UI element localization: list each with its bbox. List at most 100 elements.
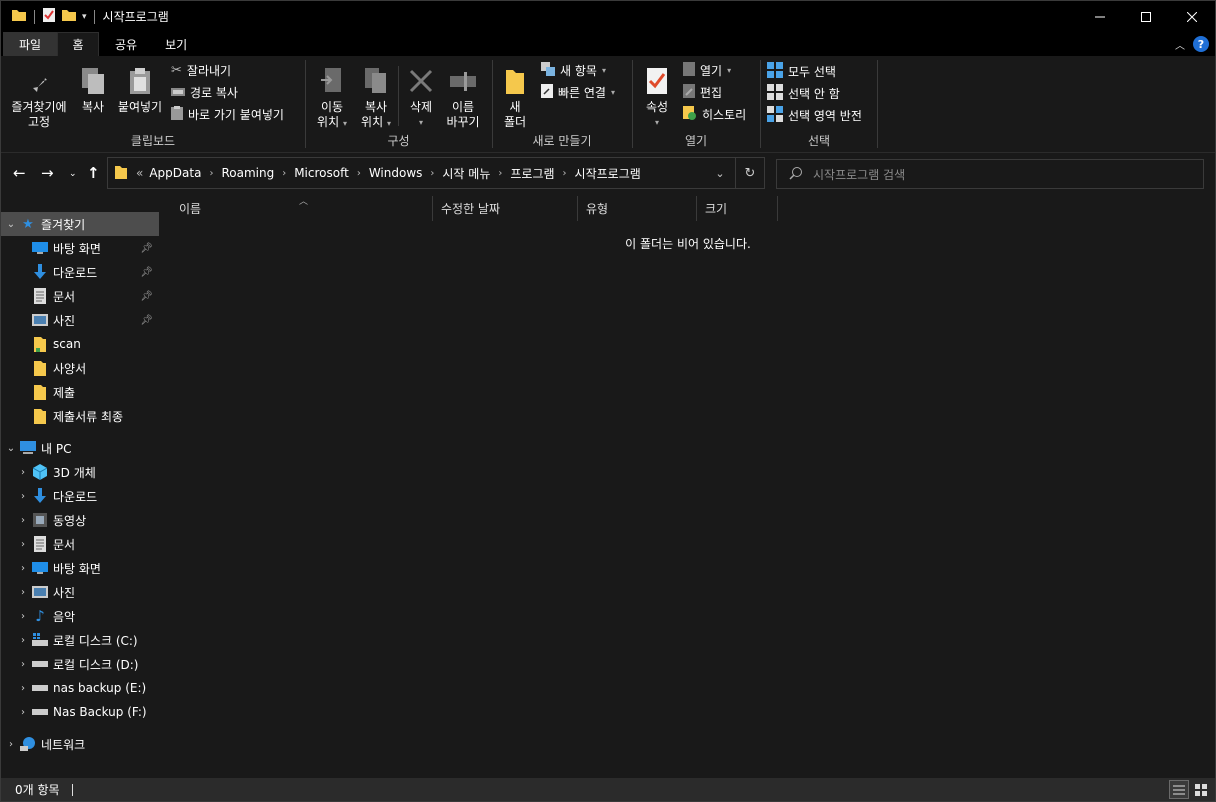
chevron-right-icon[interactable]: › <box>498 168 502 179</box>
paste-button[interactable]: 붙여넣기 <box>115 64 165 115</box>
nav-item-desktop[interactable]: 바탕 화면 📌︎ <box>1 236 159 260</box>
column-name[interactable]: 이름 <box>171 196 433 221</box>
chevron-right-icon[interactable]: › <box>15 491 31 502</box>
nav-item-videos[interactable]: › 동영상 <box>1 508 159 532</box>
nav-item-submission[interactable]: 제출 <box>1 380 159 404</box>
search-box[interactable]: 시작프로그램 검색 <box>776 159 1204 189</box>
chevron-right-icon[interactable]: › <box>15 563 31 574</box>
nav-item-drive-e[interactable]: › nas backup (E:) <box>1 676 159 700</box>
nav-item-scan[interactable]: scan <box>1 332 159 356</box>
new-folder-icon[interactable] <box>61 8 77 25</box>
chevron-right-icon[interactable]: › <box>563 168 567 179</box>
breadcrumb-start-menu[interactable]: 시작 메뉴 <box>442 165 490 182</box>
rename-button[interactable]: 이름 바꾸기 <box>442 64 484 130</box>
chevron-right-icon[interactable]: › <box>15 683 31 694</box>
invert-selection-button[interactable]: 선택 영역 반전 <box>767 106 862 125</box>
details-view-icon[interactable] <box>1169 780 1189 799</box>
pin-icon[interactable]: 📌︎ <box>140 315 153 326</box>
nav-item-pc-downloads[interactable]: › 다운로드 <box>1 484 159 508</box>
close-button[interactable] <box>1169 1 1215 32</box>
chevron-right-icon[interactable]: › <box>15 587 31 598</box>
copy-button[interactable]: 복사 <box>75 64 111 115</box>
pin-icon[interactable]: 📌︎ <box>140 243 153 254</box>
chevron-right-icon[interactable]: › <box>15 467 31 478</box>
copy-to-button[interactable]: 복사 위치 ▾ <box>356 64 396 131</box>
copy-path-button[interactable]: 경로 복사 <box>171 84 238 101</box>
breadcrumb-appdata[interactable]: AppData <box>149 166 201 180</box>
customize-qat-icon[interactable]: ▾ <box>82 12 87 22</box>
minimize-button[interactable] <box>1077 1 1123 32</box>
move-to-button[interactable]: 이동 위치 ▾ <box>312 64 352 131</box>
nav-item-pc-desktop[interactable]: › 바탕 화면 <box>1 556 159 580</box>
nav-item-drive-c[interactable]: › 로컬 디스크 (C:) <box>1 628 159 652</box>
nav-item-pc-documents[interactable]: › 문서 <box>1 532 159 556</box>
chevron-right-icon[interactable]: › <box>430 168 434 179</box>
breadcrumb-windows[interactable]: Windows <box>369 166 423 180</box>
history-button[interactable]: 히스토리 <box>683 106 746 123</box>
nav-item-final-docs[interactable]: 제출서류 최종 <box>1 404 159 428</box>
breadcrumb-startup[interactable]: 시작프로그램 <box>575 165 641 182</box>
address-bar[interactable]: « AppData › Roaming › Microsoft › Window… <box>107 157 765 189</box>
chevron-down-icon[interactable]: ⌄ <box>705 167 735 180</box>
edit-button[interactable]: 편집 <box>683 84 722 101</box>
nav-this-pc[interactable]: ⌄ 내 PC <box>1 436 159 460</box>
tab-file[interactable]: 파일 <box>3 32 57 56</box>
nav-item-drive-d[interactable]: › 로컬 디스크 (D:) <box>1 652 159 676</box>
column-modified[interactable]: 수정한 날짜 <box>433 196 578 221</box>
chevron-right-icon[interactable]: › <box>15 539 31 550</box>
chevron-right-icon[interactable]: › <box>209 168 213 179</box>
easy-access-button[interactable]: 빠른 연결 ▾ <box>541 84 615 101</box>
properties-button[interactable]: 속성 ▾ <box>639 64 675 130</box>
select-none-button[interactable]: 선택 안 함 <box>767 84 840 103</box>
breadcrumb-programs[interactable]: 프로그램 <box>510 165 554 182</box>
help-icon[interactable]: ? <box>1193 36 1209 52</box>
file-list[interactable]: ︿ 이름 수정한 날짜 유형 크기 이 폴더는 비어 있습니다. <box>161 194 1215 778</box>
nav-item-pictures[interactable]: 사진 📌︎ <box>1 308 159 332</box>
nav-item-downloads[interactable]: 다운로드 📌︎ <box>1 260 159 284</box>
up-button[interactable]: ↑ <box>87 164 100 182</box>
chevron-right-icon[interactable]: › <box>3 739 19 750</box>
nav-quick-access[interactable]: ⌄ ★ 즐겨찾기 <box>1 212 159 236</box>
paste-shortcut-button[interactable]: 바로 가기 붙여넣기 <box>171 106 284 123</box>
forward-button[interactable]: → <box>41 164 54 182</box>
breadcrumb-microsoft[interactable]: Microsoft <box>294 166 349 180</box>
open-button[interactable]: 열기 ▾ <box>683 62 731 79</box>
chevron-right-icon[interactable]: › <box>15 635 31 646</box>
chevron-right-icon[interactable]: › <box>282 168 286 179</box>
large-icons-view-icon[interactable] <box>1191 780 1211 799</box>
chevron-right-icon[interactable]: › <box>15 707 31 718</box>
breadcrumb-roaming[interactable]: Roaming <box>221 166 274 180</box>
chevron-right-icon[interactable]: › <box>15 611 31 622</box>
tab-share[interactable]: 공유 <box>103 32 149 56</box>
recent-locations-button[interactable]: ⌄ <box>69 169 77 179</box>
nav-item-3d-objects[interactable]: › 3D 개체 <box>1 460 159 484</box>
chevron-right-icon[interactable]: › <box>15 515 31 526</box>
refresh-icon[interactable]: ↻ <box>736 166 764 181</box>
new-folder-button[interactable]: 새 폴더 <box>499 64 531 130</box>
nav-network[interactable]: › 네트워크 <box>1 732 159 756</box>
nav-item-music[interactable]: › ♪ 음악 <box>1 604 159 628</box>
tab-home[interactable]: 홈 <box>57 32 99 56</box>
nav-item-pc-pictures[interactable]: › 사진 <box>1 580 159 604</box>
chevron-right-icon[interactable]: › <box>15 659 31 670</box>
new-item-button[interactable]: 새 항목 ▾ <box>541 62 606 79</box>
chevron-right-icon[interactable]: › <box>357 168 361 179</box>
maximize-button[interactable] <box>1123 1 1169 32</box>
pin-icon[interactable]: 📌︎ <box>140 291 153 302</box>
select-all-button[interactable]: 모두 선택 <box>767 62 836 81</box>
chevron-up-icon[interactable]: ︿ <box>1175 37 1185 52</box>
chevron-down-icon[interactable]: ⌄ <box>3 219 19 230</box>
back-button[interactable]: ← <box>13 164 26 182</box>
tab-view[interactable]: 보기 <box>153 32 199 56</box>
address-overflow[interactable]: « <box>136 166 143 180</box>
nav-item-documents[interactable]: 문서 📌︎ <box>1 284 159 308</box>
delete-button[interactable]: 삭제 ▾ <box>404 64 438 130</box>
properties-icon[interactable] <box>42 7 56 26</box>
pin-icon[interactable]: 📌︎ <box>140 267 153 278</box>
pin-quick-access-button[interactable]: 즐겨찾기에 고정 <box>7 64 71 130</box>
column-type[interactable]: 유형 <box>578 196 697 221</box>
column-size[interactable]: 크기 <box>697 196 778 221</box>
chevron-down-icon[interactable]: ⌄ <box>3 443 19 454</box>
cut-button[interactable]: ✂ 잘라내기 <box>171 62 231 79</box>
nav-item-drive-f[interactable]: › Nas Backup (F:) <box>1 700 159 724</box>
